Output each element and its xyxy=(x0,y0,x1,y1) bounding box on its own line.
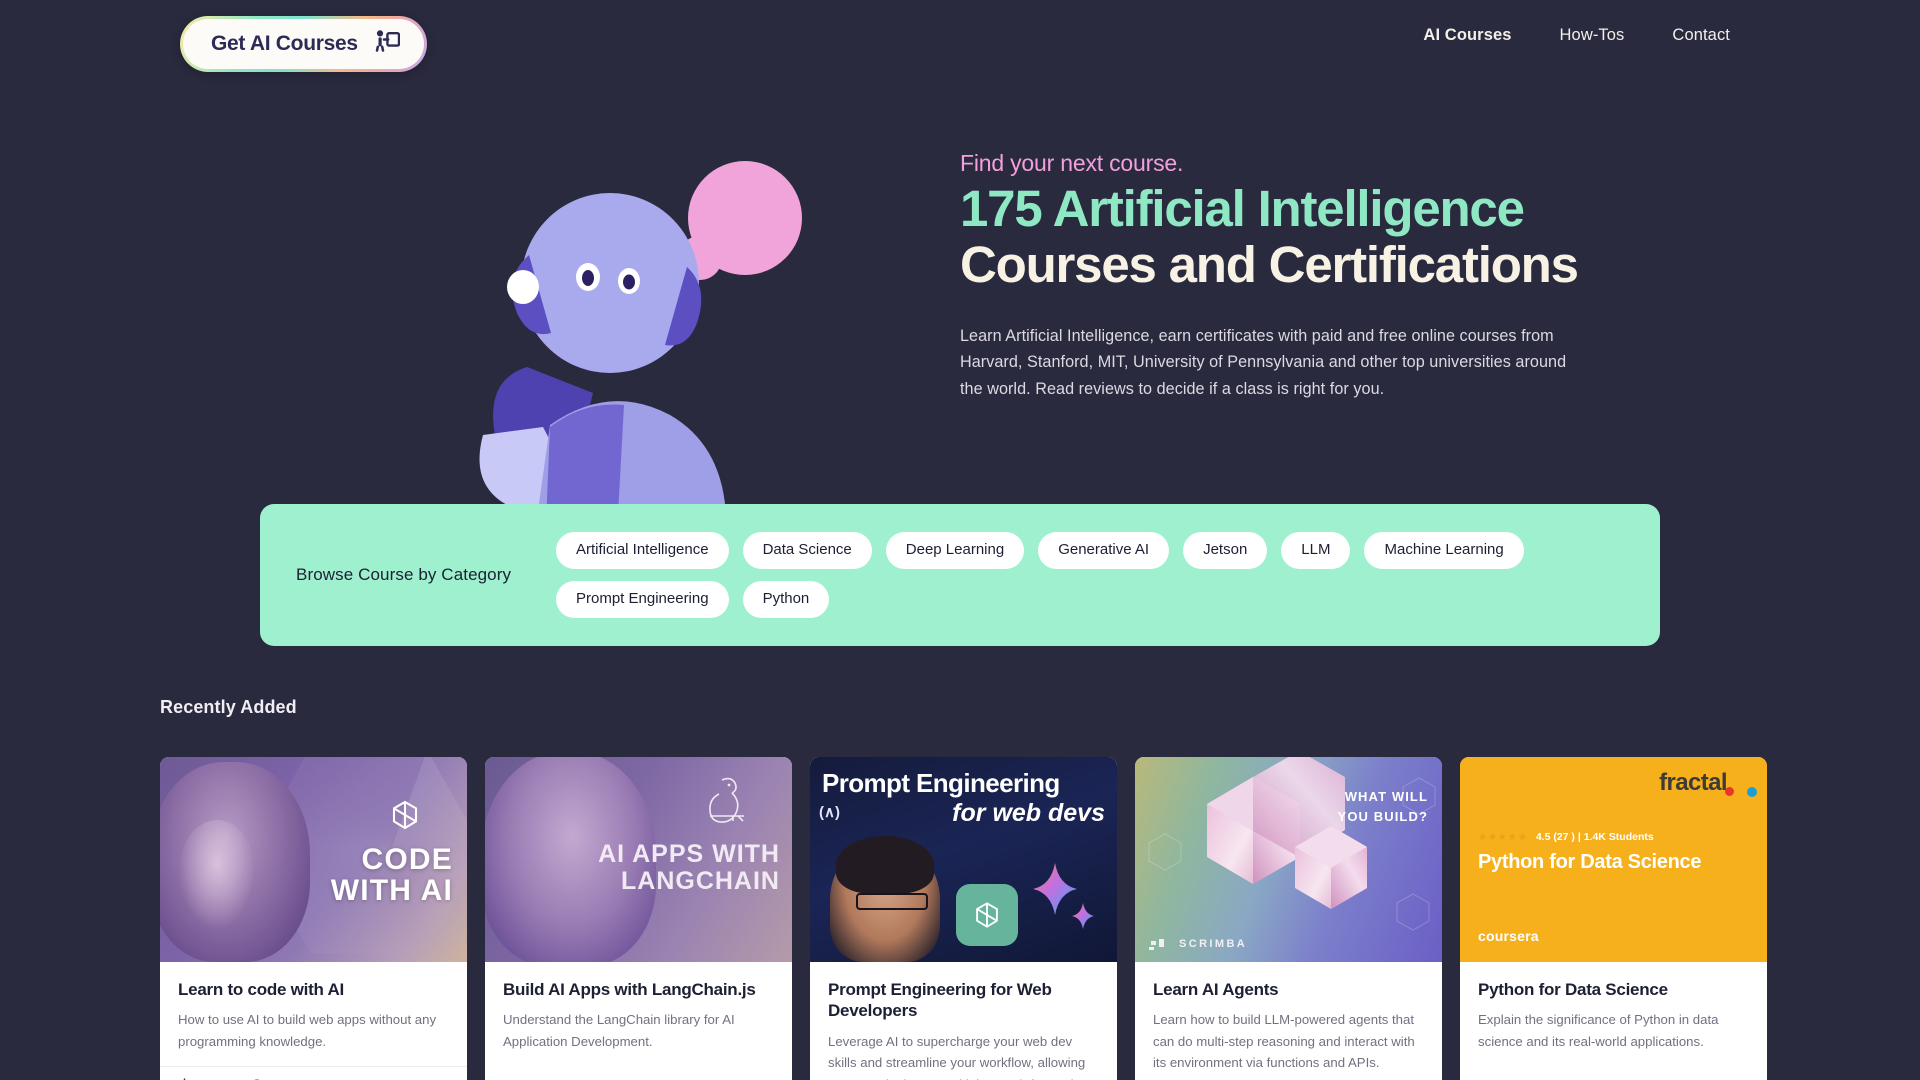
course-card-body: Prompt Engineering for Web Developers Le… xyxy=(810,962,1117,1080)
rating-text: 4.5 (27 ) | 1.4K Students xyxy=(1535,831,1654,843)
category-pill-jetson[interactable]: Jetson xyxy=(1183,532,1268,569)
openai-icon xyxy=(385,795,425,840)
gemini-sparkle-icon xyxy=(1025,861,1099,940)
thumbnail-title: Python for Data Science xyxy=(1478,851,1702,873)
hero-headline-rest: Courses and Certifications xyxy=(960,235,1579,293)
course-thumbnail: fractal ★★★★★ 4.5 (27 ) | 1.4K Students … xyxy=(1460,757,1767,962)
scrimba-logo: SCRIMBA xyxy=(1149,938,1247,950)
thumbnail-text: WHAT WILL YOU BUILD? xyxy=(1337,789,1428,824)
anthropic-icon: (∧) xyxy=(819,804,840,821)
coursera-provider-label: coursera xyxy=(1478,928,1539,944)
star-rating-icon: ★★★★★ xyxy=(1478,831,1528,843)
course-card[interactable]: AI APPS WITH LANGCHAIN Build AI Apps wit… xyxy=(485,757,792,1080)
course-card-body: Learn to code with AI How to use AI to b… xyxy=(160,962,467,1066)
course-card-body: Build AI Apps with LangChain.js Understa… xyxy=(485,962,792,1066)
langchain-parrot-icon xyxy=(702,773,752,834)
fractal-blue-dot-icon xyxy=(1747,787,1757,797)
hero-description: Learn Artificial Intelligence, earn cert… xyxy=(960,327,1567,398)
browse-category-panel: Browse Course by Category Artificial Int… xyxy=(260,504,1660,646)
course-card-body: Learn AI Agents Learn how to build LLM-p… xyxy=(1135,962,1442,1080)
thumbnail-text: AI APPS WITH LANGCHAIN xyxy=(598,840,780,895)
fractal-red-dot-icon xyxy=(1725,787,1734,796)
thumbnail-rating: ★★★★★ 4.5 (27 ) | 1.4K Students xyxy=(1478,831,1654,843)
category-pill-prompt-engineering[interactable]: Prompt Engineering xyxy=(556,581,729,618)
course-card-body: Python for Data Science Explain the sign… xyxy=(1460,962,1767,1066)
course-card[interactable]: CODE WITH AI Learn to code with AI How t… xyxy=(160,757,467,1080)
course-thumbnail: AI APPS WITH LANGCHAIN xyxy=(485,757,792,962)
course-thumbnail: WHAT WILL YOU BUILD? SCRIMBA xyxy=(1135,757,1442,962)
course-description: How to use AI to build web apps without … xyxy=(178,1012,437,1049)
category-pill-machine-learning[interactable]: Machine Learning xyxy=(1364,532,1524,569)
course-description: Learn how to build LLM-powered agents th… xyxy=(1153,1012,1415,1071)
course-meta-row: Free 4 Hours Beginner xyxy=(160,1066,467,1080)
course-card[interactable]: WHAT WILL YOU BUILD? SCRIMBA Learn AI Ag… xyxy=(1135,757,1442,1080)
course-description: Explain the significance of Python in da… xyxy=(1478,1012,1719,1049)
scrimba-mark-icon xyxy=(1149,938,1164,950)
hero-headline-accent: 175 Artificial Intelligence xyxy=(960,180,1525,237)
category-pill-python[interactable]: Python xyxy=(742,581,830,618)
browse-category-label: Browse Course by Category xyxy=(296,565,512,584)
course-title: Python for Data Science xyxy=(1478,980,1668,999)
category-pill-data-science[interactable]: Data Science xyxy=(742,532,872,569)
course-description: Leverage AI to supercharge your web dev … xyxy=(828,1033,1093,1080)
thumbnail-text-line1: Prompt Engineering xyxy=(822,768,1060,798)
thumbnail-text: CODE WITH AI xyxy=(330,843,453,907)
recently-added-title: Recently Added xyxy=(160,697,297,717)
course-title: Prompt Engineering for Web Developers xyxy=(828,980,1052,1021)
hero-copy: Find your next course. 175 Artificial In… xyxy=(960,150,1580,402)
course-thumbnail: Prompt Engineering for web devs (∧) xyxy=(810,757,1117,962)
robot-thinking-illustration xyxy=(455,135,875,530)
category-pill-generative-ai[interactable]: Generative AI xyxy=(1038,532,1170,569)
fractal-brand-label: fractal xyxy=(1659,769,1727,796)
course-title: Learn AI Agents xyxy=(1153,980,1279,999)
category-pill-list: Artificial Intelligence Data Science Dee… xyxy=(556,532,1624,618)
course-card[interactable]: fractal ★★★★★ 4.5 (27 ) | 1.4K Students … xyxy=(1460,757,1767,1080)
category-pill-artificial-intelligence[interactable]: Artificial Intelligence xyxy=(556,532,729,569)
course-thumbnail: CODE WITH AI xyxy=(160,757,467,962)
course-card-list: CODE WITH AI Learn to code with AI How t… xyxy=(160,757,1767,1080)
course-card[interactable]: Prompt Engineering for web devs (∧) Prom… xyxy=(810,757,1117,1080)
hero-headline: 175 Artificial Intelligence Courses and … xyxy=(960,181,1580,292)
course-title: Learn to code with AI xyxy=(178,980,345,999)
course-description: Understand the LangChain library for AI … xyxy=(503,1012,735,1049)
hero-eyebrow: Find your next course. xyxy=(960,150,1184,176)
category-pill-llm[interactable]: LLM xyxy=(1281,532,1351,569)
thumbnail-text-line2: for web devs xyxy=(952,799,1105,827)
category-pill-deep-learning[interactable]: Deep Learning xyxy=(885,532,1025,569)
course-title: Build AI Apps with LangChain.js xyxy=(503,980,756,999)
openai-icon xyxy=(956,884,1018,946)
